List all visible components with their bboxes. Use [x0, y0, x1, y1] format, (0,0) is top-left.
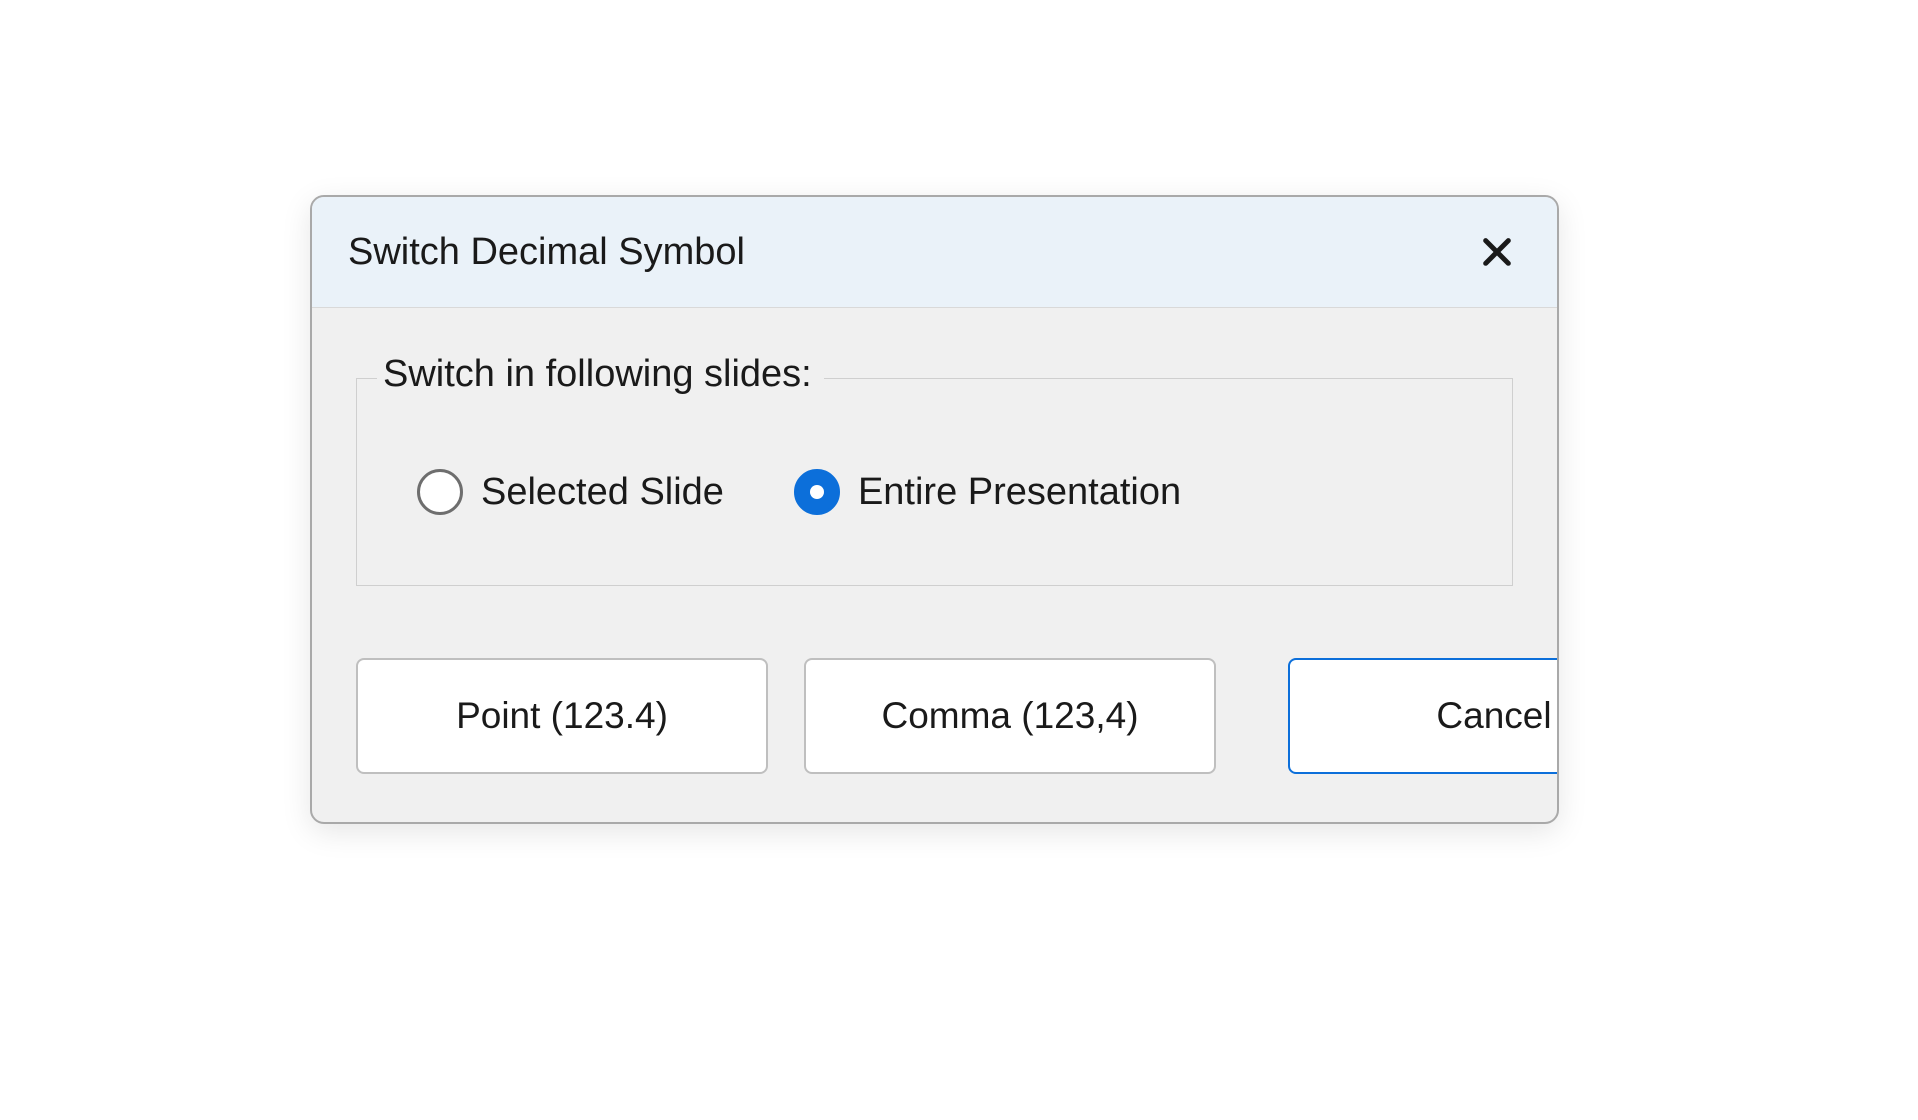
groupbox-legend: Switch in following slides: — [377, 353, 824, 396]
radio-entire-presentation[interactable]: Entire Presentation — [794, 469, 1181, 515]
cancel-button[interactable]: Cancel — [1288, 658, 1559, 774]
comma-button[interactable]: Comma (123,4) — [804, 658, 1216, 774]
radio-label: Entire Presentation — [858, 471, 1181, 514]
radio-label: Selected Slide — [481, 471, 724, 514]
radio-icon — [794, 469, 840, 515]
radio-row: Selected Slide Entire Presentation — [417, 469, 1472, 515]
radio-icon — [417, 469, 463, 515]
close-icon — [1480, 235, 1514, 269]
dialog-titlebar: Switch Decimal Symbol — [312, 197, 1557, 308]
dialog-title: Switch Decimal Symbol — [348, 231, 745, 274]
scope-groupbox: Switch in following slides: Selected Sli… — [356, 378, 1513, 586]
switch-decimal-symbol-dialog: Switch Decimal Symbol Switch in followin… — [310, 195, 1559, 824]
point-button[interactable]: Point (123.4) — [356, 658, 768, 774]
radio-selected-slide[interactable]: Selected Slide — [417, 469, 724, 515]
button-row: Point (123.4) Comma (123,4) Cancel — [356, 658, 1513, 774]
close-button[interactable] — [1467, 222, 1527, 282]
dialog-body: Switch in following slides: Selected Sli… — [312, 308, 1557, 822]
